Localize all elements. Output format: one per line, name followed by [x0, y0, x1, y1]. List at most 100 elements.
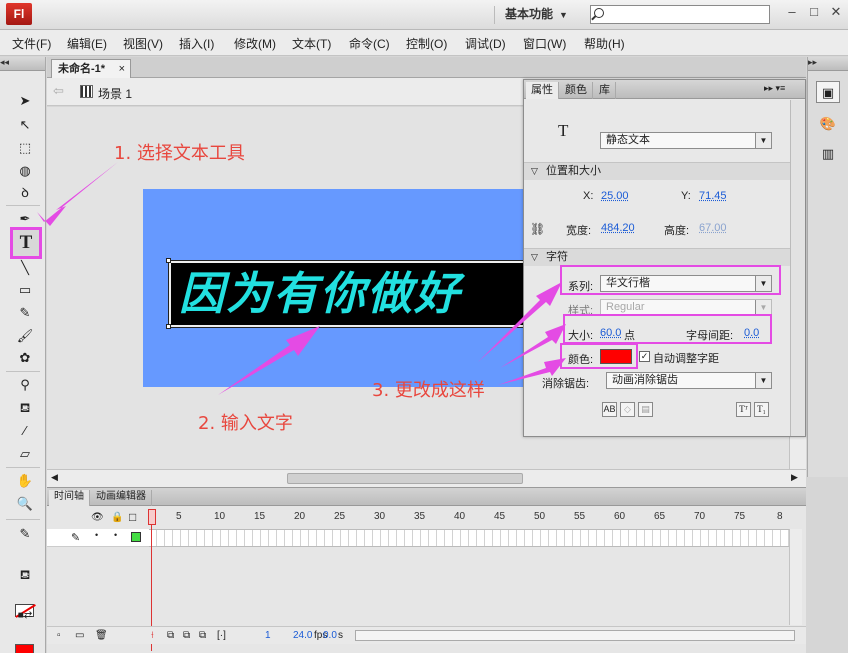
text-tool-icon[interactable]: T — [10, 227, 42, 259]
menu-text[interactable]: 文本(T) — [292, 35, 331, 52]
stage-horizontal-scrollbar[interactable]: ◀ ▶ — [47, 469, 806, 487]
layer-row[interactable]: ✎ • • — [47, 529, 149, 547]
menu-help[interactable]: 帮助(H) — [584, 35, 625, 52]
menu-window[interactable]: 窗口(W) — [523, 35, 566, 52]
maximize-icon[interactable]: □ — [804, 4, 824, 19]
center-frame-icon[interactable]: ⟊ — [151, 630, 154, 641]
timeline-horizontal-scrollbar[interactable] — [355, 630, 795, 641]
lock-ratio-icon[interactable]: ⛓ — [530, 222, 545, 236]
fps-value[interactable]: 24.0 — [293, 630, 312, 641]
section-character[interactable]: 字符 — [524, 248, 790, 266]
properties-scrollbar[interactable] — [790, 100, 805, 436]
lock-icon[interactable]: 🔒 — [111, 512, 123, 523]
line-tool-icon[interactable]: ╲ — [13, 257, 37, 279]
selection-tool-icon[interactable]: ➤ — [13, 90, 37, 112]
bone-tool-icon[interactable]: ⚲ — [13, 374, 37, 396]
library-dock-icon[interactable]: ▥ — [816, 143, 840, 165]
outline-icon[interactable]: □ — [129, 510, 136, 524]
back-arrow-icon[interactable]: ⇦ — [53, 83, 64, 99]
stage-text-field[interactable]: 因为有你做好 — [168, 260, 530, 328]
document-tab[interactable]: 未命名-1* × — [51, 59, 131, 78]
frame-ruler[interactable]: 1 5 10 15 20 25 30 35 40 45 50 55 60 65 … — [149, 509, 789, 525]
visibility-dot-icon[interactable]: • — [95, 530, 98, 540]
edit-multiple-frames-icon[interactable]: ⧉ — [199, 630, 206, 641]
playhead-cap[interactable] — [148, 509, 156, 525]
menu-commands[interactable]: 命令(C) — [349, 35, 390, 52]
section-position-size[interactable]: 位置和大小 — [524, 162, 790, 180]
lock-dot-icon[interactable]: • — [114, 530, 117, 540]
transform-handle[interactable] — [166, 324, 171, 329]
eyedropper-tool-icon[interactable]: ⁄ — [13, 420, 37, 442]
fill-color-swatch[interactable] — [15, 644, 34, 653]
scroll-left-icon[interactable]: ◀ — [51, 472, 58, 483]
tab-library[interactable]: 库 — [594, 82, 616, 99]
lasso-tool-icon[interactable]: ꝺ — [13, 182, 37, 204]
menu-modify[interactable]: 修改(M) — [234, 35, 276, 52]
y-value[interactable]: 71.45 — [699, 190, 727, 202]
x-value[interactable]: 25.00 — [601, 190, 629, 202]
menu-debug[interactable]: 调试(D) — [465, 35, 506, 52]
minimize-icon[interactable]: – — [782, 4, 802, 19]
panel-menu-icon[interactable]: ▸▸ ▾≡ — [764, 83, 785, 94]
scrollbar-thumb[interactable] — [287, 473, 523, 484]
width-value[interactable]: 484.20 — [601, 222, 635, 234]
brush-tool-icon[interactable]: 🖌 — [13, 325, 37, 347]
border-text-icon[interactable]: ▤ — [638, 402, 653, 417]
tab-properties[interactable]: 属性 — [526, 82, 559, 99]
subscript-icon[interactable]: T₁ — [754, 402, 769, 417]
transform-handle[interactable] — [166, 258, 171, 263]
new-layer-icon[interactable]: ▫ — [57, 630, 61, 641]
height-value[interactable]: 67.00 — [699, 222, 727, 234]
tab-timeline[interactable]: 时间轴 — [49, 490, 90, 506]
onion-outline-icon[interactable]: ⧉ — [183, 630, 190, 641]
menu-control[interactable]: 控制(O) — [406, 35, 447, 52]
search-input[interactable] — [590, 5, 770, 24]
menu-insert[interactable]: 插入(I) — [179, 35, 214, 52]
layer-outline-color-icon[interactable] — [131, 532, 141, 542]
tools-panel: ◂◂ ➤ ↖ ⬚ ◍ ꝺ ✒ T ╲ ▭ ✎ 🖌 ✿ ⚲ ⛾ ⁄ ▱ ✋ 🔍 ✎… — [0, 57, 46, 653]
3d-rotation-tool-icon[interactable]: ◍ — [13, 160, 37, 182]
superscript-icon[interactable]: Tᵀ — [736, 402, 751, 417]
stage[interactable]: 因为有你做好 — [143, 189, 530, 387]
close-tab-icon[interactable]: × — [119, 60, 125, 78]
render-html-icon[interactable]: ◇ — [620, 402, 635, 417]
timeline-vertical-scrollbar[interactable] — [789, 529, 802, 625]
highlight-color — [560, 343, 638, 369]
close-icon[interactable]: ✕ — [826, 4, 846, 20]
properties-dock-icon[interactable]: ▣ — [816, 81, 840, 103]
frame-grid[interactable] — [149, 529, 789, 547]
eraser-tool-icon[interactable]: ▱ — [13, 443, 37, 465]
free-transform-tool-icon[interactable]: ⬚ — [13, 137, 37, 159]
delete-layer-icon[interactable]: 🗑 — [95, 630, 108, 641]
selectable-text-icon[interactable]: AB — [602, 402, 617, 417]
scroll-right-icon[interactable]: ▶ — [791, 472, 798, 483]
modify-markers-icon[interactable]: [·] — [217, 630, 226, 641]
swap-colors-icon[interactable]: ■⇄ — [13, 605, 37, 627]
menu-file[interactable]: 文件(F) — [12, 35, 51, 52]
tab-motion-editor[interactable]: 动画编辑器 — [91, 490, 152, 506]
zoom-tool-icon[interactable]: 🔍 — [13, 493, 37, 515]
onion-skin-icon[interactable]: ⧉ — [167, 630, 174, 641]
auto-kern-checkbox[interactable]: ✓ — [639, 351, 650, 362]
ruler-tick: 75 — [734, 511, 746, 522]
menu-edit[interactable]: 编辑(E) — [67, 35, 107, 52]
document-tab-label: 未命名-1* — [58, 63, 106, 75]
rectangle-tool-icon[interactable]: ▭ — [13, 279, 37, 301]
workspace-switcher[interactable]: 基本功能 ▼ — [494, 6, 568, 24]
subselection-tool-icon[interactable]: ↖ — [13, 114, 37, 136]
elapsed-time-value[interactable]: 0.0 — [323, 630, 337, 641]
color-dock-icon[interactable]: 🎨 — [816, 113, 840, 135]
tab-color[interactable]: 颜色 — [560, 82, 593, 99]
new-folder-icon[interactable]: ▭ — [75, 630, 84, 641]
eye-icon[interactable]: 👁 — [91, 512, 104, 523]
deco-tool-icon[interactable]: ✿ — [13, 347, 37, 369]
current-frame-value[interactable]: 1 — [265, 630, 271, 641]
ruler-tick: 65 — [654, 511, 666, 522]
hand-tool-icon[interactable]: ✋ — [13, 470, 37, 492]
text-type-dropdown[interactable]: 静态文本 ▼ — [600, 132, 772, 149]
antialias-dropdown[interactable]: 动画消除锯齿 ▼ — [606, 372, 772, 389]
pencil-tool-icon[interactable]: ✎ — [13, 302, 37, 324]
menu-view[interactable]: 视图(V) — [123, 35, 163, 52]
paint-bucket-tool-icon[interactable]: ⛾ — [13, 397, 37, 419]
scene-label[interactable]: 场景 1 — [98, 85, 132, 102]
